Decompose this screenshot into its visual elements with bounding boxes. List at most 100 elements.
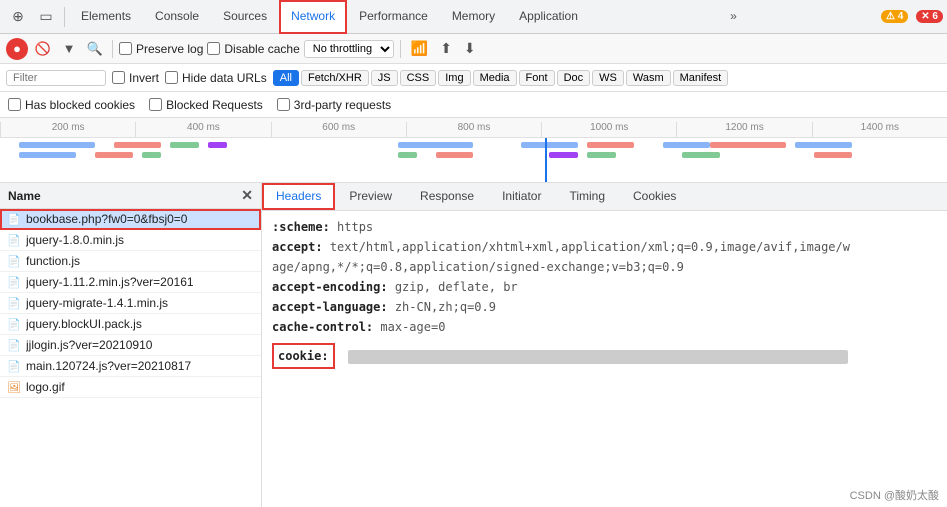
detail-tab-cookies[interactable]: Cookies [619,183,690,210]
filter-type-css[interactable]: CSS [400,70,437,86]
invert-checkbox[interactable] [112,71,125,84]
tab-separator [64,7,65,27]
list-item[interactable]: 📄jquery-1.11.2.min.js?ver=20161 [0,272,261,293]
file-name: jjlogin.js?ver=20210910 [26,338,152,352]
timeline-area: 200 ms400 ms600 ms800 ms1000 ms1200 ms14… [0,118,947,183]
devtools-tab-bar: ⊕ ▭ Elements Console Sources Network Per… [0,0,947,34]
timeline-bar [398,152,417,158]
accept-header-cont: age/apng,*/*;q=0.8,application/signed-ex… [272,257,937,277]
search-button[interactable]: 🔍 [84,38,106,60]
toolbar-separator-2 [400,40,401,58]
blocked-requests-checkbox[interactable] [149,98,162,111]
timeline-bar [436,152,474,158]
cache-control-header: cache-control: max-age=0 [272,317,937,337]
file-type-icon: 📄 [6,255,22,268]
timeline-mark: 400 ms [135,122,270,137]
blocked-requests-label[interactable]: Blocked Requests [149,98,263,112]
detail-tab-headers[interactable]: Headers [262,183,335,210]
tab-console[interactable]: Console [143,0,211,34]
filter-type-media[interactable]: Media [473,70,517,86]
disable-cache-checkbox[interactable] [207,42,220,55]
timeline-mark: 1200 ms [676,122,811,137]
detail-tabs: HeadersPreviewResponseInitiatorTimingCoo… [262,183,947,211]
timeline-bar [95,152,133,158]
file-list-header: Name ✕ [0,183,261,209]
timeline-bar [19,142,95,148]
file-type-icon: 📄 [6,339,22,352]
cursor-icon[interactable]: ⊕ [5,4,31,30]
file-type-icon: 📄 [6,318,22,331]
detail-tab-response[interactable]: Response [406,183,488,210]
tab-memory[interactable]: Memory [440,0,507,34]
invert-label[interactable]: Invert [112,71,159,85]
file-type-icon: 🖼 [6,381,22,394]
accept-language-header: accept-language: zh-CN,zh;q=0.9 [272,297,937,317]
hide-data-urls-label[interactable]: Hide data URLs [165,71,267,85]
timeline-bar [398,142,474,148]
filter-type-doc[interactable]: Doc [557,70,591,86]
list-item[interactable]: 📄function.js [0,251,261,272]
list-item[interactable]: 📄jquery-1.8.0.min.js [0,230,261,251]
filter-type-fetch/xhr[interactable]: Fetch/XHR [301,70,369,86]
clear-button[interactable]: 🚫 [32,38,54,60]
file-list: Name ✕ 📄bookbase.php?fw0=0&fbsj0=0📄jquer… [0,183,262,507]
list-item[interactable]: 📄jquery-migrate-1.4.1.min.js [0,293,261,314]
third-party-label[interactable]: 3rd-party requests [277,98,391,112]
has-blocked-cookies-checkbox[interactable] [8,98,21,111]
error-badge: ✕ 6 [916,10,943,23]
preserve-log-label[interactable]: Preserve log [119,42,203,56]
file-list-items: 📄bookbase.php?fw0=0&fbsj0=0📄jquery-1.8.0… [0,209,261,398]
filter-toggle-button[interactable]: ▼ [58,38,80,60]
timeline-bar [795,142,852,148]
has-blocked-cookies-label[interactable]: Has blocked cookies [8,98,135,112]
timeline-bar [710,142,786,148]
accept-header: accept: text/html,application/xhtml+xml,… [272,237,937,257]
tab-elements[interactable]: Elements [69,0,143,34]
list-item[interactable]: 📄 jjlogin.js?ver=20210910 [0,335,261,356]
timeline-bar [814,152,852,158]
preserve-log-checkbox[interactable] [119,42,132,55]
right-panel: HeadersPreviewResponseInitiatorTimingCoo… [262,183,947,507]
throttle-select[interactable]: No throttling [304,40,394,58]
detail-tab-initiator[interactable]: Initiator [488,183,555,210]
tab-more[interactable]: » [724,0,743,34]
filter-type-font[interactable]: Font [519,70,555,86]
record-button[interactable]: ● [6,38,28,60]
accept-encoding-header: accept-encoding: gzip, deflate, br [272,277,937,297]
filter-type-img[interactable]: Img [438,70,470,86]
file-name: jquery.blockUI.pack.js [26,317,142,331]
download-icon[interactable]: ⬇ [460,40,480,57]
file-name: jquery-1.11.2.min.js?ver=20161 [26,275,194,289]
filter-types: AllFetch/XHRJSCSSImgMediaFontDocWSWasmMa… [273,70,728,86]
filter-type-ws[interactable]: WS [592,70,624,86]
timeline-mark: 200 ms [0,122,135,137]
tab-network[interactable]: Network [279,0,347,34]
tab-performance[interactable]: Performance [347,0,440,34]
list-item[interactable]: 📄bookbase.php?fw0=0&fbsj0=0 [0,209,261,230]
list-item[interactable]: 🖼logo.gif [0,377,261,398]
filter-type-js[interactable]: JS [371,70,398,86]
device-icon[interactable]: ▭ [33,4,59,30]
wifi-icon[interactable]: 📶 [407,40,432,57]
timeline-bars [0,138,947,182]
third-party-checkbox[interactable] [277,98,290,111]
timeline-mark: 800 ms [406,122,541,137]
detail-tab-preview[interactable]: Preview [335,183,406,210]
filter-type-manifest[interactable]: Manifest [673,70,729,86]
list-item[interactable]: 📄 jquery.blockUI.pack.js [0,314,261,335]
detail-content: :scheme: https accept: text/html,applica… [262,211,947,507]
close-panel-button[interactable]: ✕ [241,187,253,204]
tab-application[interactable]: Application [507,0,590,34]
upload-icon[interactable]: ⬆ [436,40,456,57]
hide-data-urls-checkbox[interactable] [165,71,178,84]
file-name: main.120724.js?ver=20210817 [26,359,191,373]
list-item[interactable]: 📄main.120724.js?ver=20210817 [0,356,261,377]
disable-cache-label[interactable]: Disable cache [207,42,299,56]
detail-tab-timing[interactable]: Timing [555,183,619,210]
timeline-bar [549,152,577,158]
filter-type-wasm[interactable]: Wasm [626,70,671,86]
timeline-bar [142,152,161,158]
tab-sources[interactable]: Sources [211,0,279,34]
filter-input[interactable] [6,70,106,86]
filter-type-all[interactable]: All [273,70,299,86]
